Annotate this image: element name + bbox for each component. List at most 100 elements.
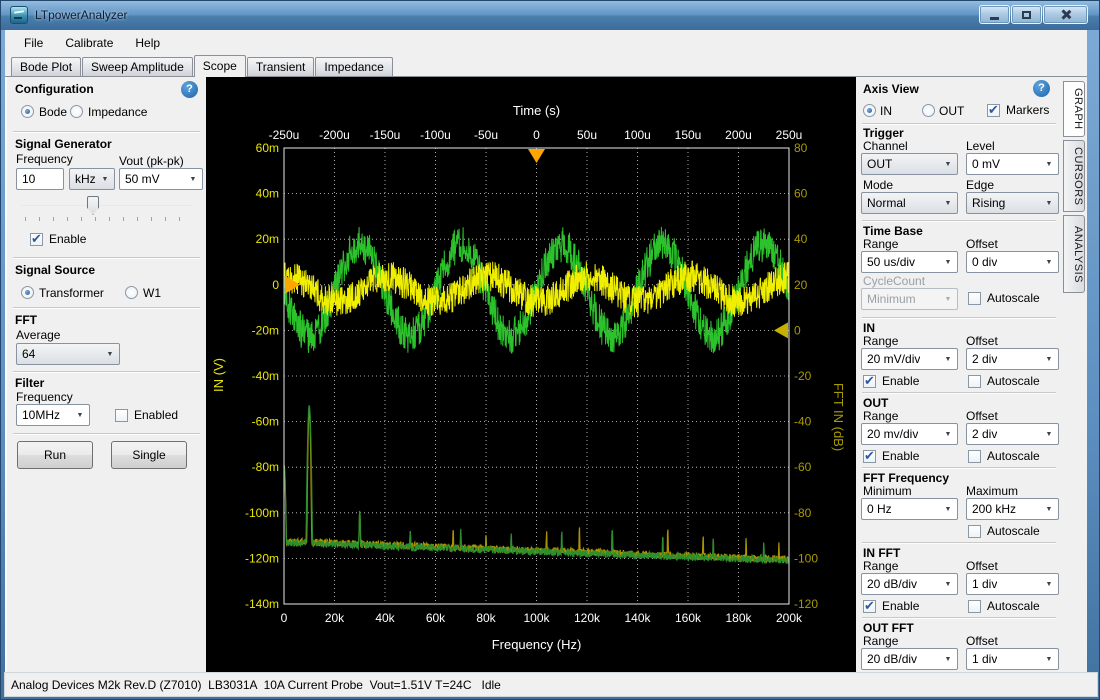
side-tab-analysis[interactable]: ANALYSIS bbox=[1063, 215, 1085, 293]
maximize-button[interactable] bbox=[1011, 5, 1042, 24]
status-bar: Analog Devices M2k Rev.D (Z7010) LB3031A… bbox=[4, 672, 1098, 697]
in-fft-title: IN FFT bbox=[863, 546, 900, 560]
out-offset-select[interactable]: 2 div bbox=[966, 423, 1059, 445]
in-fft-autoscale-checkbox[interactable]: Autoscale bbox=[968, 599, 1040, 613]
chevron-down-icon bbox=[1041, 253, 1057, 271]
frequency-input[interactable]: 10 bbox=[16, 168, 64, 190]
svg-text:0: 0 bbox=[272, 278, 279, 292]
configuration-title: Configuration bbox=[15, 82, 94, 96]
separator bbox=[862, 392, 1056, 394]
vout-select[interactable]: 50 mV bbox=[119, 168, 203, 190]
transformer-radio[interactable] bbox=[21, 286, 34, 299]
app-window: LTpowerAnalyzer File Calibrate Help Bode… bbox=[0, 0, 1100, 700]
help-icon[interactable] bbox=[181, 81, 198, 98]
out-fft-offset-select[interactable]: 1 div bbox=[966, 648, 1059, 670]
frequency-slider-track[interactable] bbox=[21, 205, 193, 206]
in-enable-checkbox[interactable]: Enable bbox=[863, 374, 919, 388]
checkbox-box bbox=[863, 600, 876, 613]
menu-file[interactable]: File bbox=[13, 33, 54, 53]
single-button[interactable]: Single bbox=[111, 441, 187, 469]
menu-calibrate[interactable]: Calibrate bbox=[54, 33, 124, 53]
checkbox-box bbox=[968, 525, 981, 538]
tab-impedance[interactable]: Impedance bbox=[315, 57, 392, 76]
fft-average-select[interactable]: 64 bbox=[16, 343, 120, 365]
svg-text:IN (V): IN (V) bbox=[211, 358, 226, 392]
timebase-offset-label: Offset bbox=[966, 237, 998, 251]
trigger-title: Trigger bbox=[863, 126, 904, 140]
svg-text:60k: 60k bbox=[426, 611, 446, 625]
out-fft-range-select[interactable]: 20 dB/div bbox=[861, 648, 958, 670]
trigger-mode-select[interactable]: Normal bbox=[861, 192, 958, 214]
tab-scope[interactable]: Scope bbox=[194, 55, 246, 77]
chevron-down-icon bbox=[1041, 194, 1057, 212]
filter-enabled-checkbox[interactable]: Enabled bbox=[115, 408, 178, 422]
bode-radio[interactable] bbox=[21, 105, 34, 118]
fft-zero-marker[interactable] bbox=[774, 322, 788, 338]
chevron-down-icon bbox=[940, 350, 956, 368]
close-button[interactable] bbox=[1043, 5, 1088, 24]
svg-text:-200u: -200u bbox=[319, 128, 350, 142]
axis-in-label: IN bbox=[880, 104, 892, 118]
minimize-button[interactable] bbox=[979, 5, 1010, 24]
chevron-down-icon bbox=[72, 406, 88, 424]
help-icon[interactable] bbox=[1033, 80, 1050, 97]
in-fft-enable-checkbox[interactable]: Enable bbox=[863, 599, 919, 613]
trigger-time-marker[interactable] bbox=[528, 149, 545, 163]
trigger-level-select[interactable]: 0 mV bbox=[966, 153, 1059, 175]
out-offset-label: Offset bbox=[966, 409, 998, 423]
tab-bode-plot[interactable]: Bode Plot bbox=[11, 57, 81, 76]
svg-text:-50u: -50u bbox=[474, 128, 498, 142]
axis-in-radio[interactable] bbox=[863, 104, 876, 117]
trigger-edge-select[interactable]: Rising bbox=[966, 192, 1059, 214]
signal-enable-checkbox[interactable]: Enable bbox=[30, 232, 86, 246]
svg-text:FFT IN (dB): FFT IN (dB) bbox=[831, 383, 846, 451]
tab-transient[interactable]: Transient bbox=[247, 57, 315, 76]
trigger-level-label: Level bbox=[966, 139, 995, 153]
tab-sweep-amplitude[interactable]: Sweep Amplitude bbox=[82, 57, 193, 76]
in-range-label: Range bbox=[863, 334, 898, 348]
fft-frequency-autoscale-checkbox[interactable]: Autoscale bbox=[968, 524, 1040, 538]
cyclecount-label: CycleCount bbox=[863, 274, 925, 288]
side-tab-strip: GRAPH CURSORS ANALYSIS bbox=[1062, 77, 1087, 672]
in-fft-range-select[interactable]: 20 dB/div bbox=[861, 573, 958, 595]
svg-text:180k: 180k bbox=[725, 611, 752, 625]
svg-text:0: 0 bbox=[533, 128, 540, 142]
fft-minimum-select[interactable]: 0 Hz bbox=[861, 498, 958, 520]
in-fft-offset-select[interactable]: 1 div bbox=[966, 573, 1059, 595]
scope-graph[interactable]: -250u-200u-150u-100u-50u050u100u150u200u… bbox=[206, 77, 856, 672]
svg-text:80k: 80k bbox=[476, 611, 496, 625]
menu-help[interactable]: Help bbox=[124, 33, 171, 53]
filter-frequency-select[interactable]: 10MHz bbox=[16, 404, 90, 426]
run-button[interactable]: Run bbox=[17, 441, 93, 469]
checkbox-box bbox=[968, 450, 981, 463]
svg-text:-120m: -120m bbox=[245, 551, 279, 565]
out-autoscale-checkbox[interactable]: Autoscale bbox=[968, 449, 1040, 463]
impedance-radio[interactable] bbox=[70, 105, 83, 118]
in-offset-select[interactable]: 2 div bbox=[966, 348, 1059, 370]
frequency-slider-thumb[interactable] bbox=[87, 196, 99, 215]
timebase-offset-select[interactable]: 0 div bbox=[966, 251, 1059, 273]
axis-out-radio[interactable] bbox=[922, 104, 935, 117]
side-tab-cursors[interactable]: CURSORS bbox=[1063, 140, 1085, 212]
timebase-autoscale-checkbox[interactable]: Autoscale bbox=[968, 291, 1040, 305]
svg-text:100u: 100u bbox=[624, 128, 651, 142]
title-bar[interactable]: LTpowerAnalyzer bbox=[1, 1, 1099, 30]
markers-checkbox[interactable]: Markers bbox=[987, 103, 1049, 117]
in-fft-offset-label: Offset bbox=[966, 559, 998, 573]
out-enable-checkbox[interactable]: Enable bbox=[863, 449, 919, 463]
out-range-select[interactable]: 20 mv/div bbox=[861, 423, 958, 445]
in-autoscale-checkbox[interactable]: Autoscale bbox=[968, 374, 1040, 388]
frequency-unit-select[interactable]: kHz bbox=[69, 168, 115, 190]
timebase-range-select[interactable]: 50 us/div bbox=[861, 251, 958, 273]
svg-text:250u: 250u bbox=[776, 128, 803, 142]
side-tab-graph[interactable]: GRAPH bbox=[1063, 81, 1085, 137]
autoscale-label: Autoscale bbox=[987, 524, 1040, 538]
in-range-select[interactable]: 20 mV/div bbox=[861, 348, 958, 370]
slider-ticks bbox=[25, 217, 193, 221]
w1-radio[interactable] bbox=[125, 286, 138, 299]
svg-text:-100m: -100m bbox=[245, 506, 279, 520]
chevron-down-icon bbox=[1041, 425, 1057, 443]
checkbox-box bbox=[968, 375, 981, 388]
trigger-channel-select[interactable]: OUT bbox=[861, 153, 958, 175]
fft-maximum-select[interactable]: 200 kHz bbox=[966, 498, 1059, 520]
